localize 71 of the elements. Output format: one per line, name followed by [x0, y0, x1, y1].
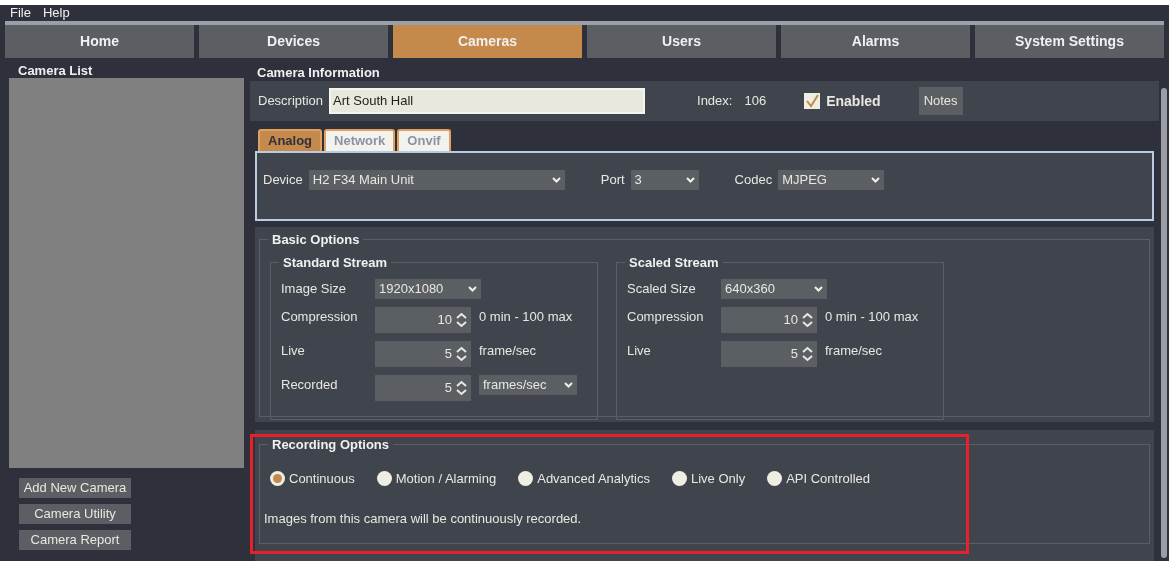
up-down-arrows-icon: [802, 346, 813, 362]
recording-description: Images from this camera will be continuously recorded.: [264, 509, 583, 528]
up-down-arrows-icon: [802, 312, 813, 328]
nav-tab[interactable]: Alarms: [781, 25, 970, 58]
nav-tab[interactable]: Users: [587, 25, 776, 58]
dropdown[interactable]: MJPEG: [778, 170, 885, 190]
sidebar-button[interactable]: Camera Report: [19, 530, 131, 550]
radio-button[interactable]: [671, 471, 687, 487]
field-label: Live: [627, 342, 652, 360]
chevron-down-icon: [551, 177, 561, 183]
radio-label: Advanced Analytics: [537, 470, 650, 488]
chevron-down-icon: [685, 177, 695, 183]
check-icon: [805, 94, 820, 108]
radio-label: Motion / Alarming: [395, 470, 497, 488]
sub-tab[interactable]: Onvif: [397, 129, 451, 151]
up-down-arrows-icon: [456, 346, 467, 362]
field-label: Scaled Size: [627, 280, 697, 298]
radio-label: Continuous: [289, 470, 355, 488]
index-value: 106: [744, 92, 767, 111]
number-spinner[interactable]: 10: [721, 307, 817, 333]
unit-label: 0 min - 100 max: [825, 308, 919, 326]
number-spinner[interactable]: 5: [721, 341, 817, 367]
number-spinner[interactable]: 5: [375, 341, 471, 367]
field-label: Recorded: [281, 376, 339, 394]
up-down-arrows-icon: [456, 380, 467, 396]
radio-button[interactable]: [767, 471, 783, 487]
chevron-down-icon: [871, 177, 881, 183]
unit-label: frame/sec: [479, 342, 537, 360]
radio-button[interactable]: [376, 471, 392, 487]
radio-label: Live Only: [690, 470, 746, 488]
sidebar-button[interactable]: Camera Utility: [19, 504, 131, 524]
menu-item[interactable]: File: [10, 3, 31, 23]
field-label: Description: [258, 92, 324, 111]
sidebar-button[interactable]: Add New Camera: [19, 478, 131, 498]
field-label: Codec: [734, 171, 773, 190]
notes-button[interactable]: Notes: [918, 87, 963, 115]
field-label: Device: [263, 171, 303, 190]
dropdown[interactable]: 640x360: [721, 279, 827, 299]
enabled-checkbox[interactable]: [804, 93, 821, 109]
checkbox-label: Enabled: [826, 91, 881, 111]
dropdown[interactable]: H2 F34 Main Unit: [308, 170, 565, 190]
radio-button[interactable]: [270, 471, 285, 487]
field-label: Compression: [627, 308, 705, 326]
field-label: Image Size: [281, 280, 348, 298]
chevron-down-icon: [814, 286, 823, 292]
unit-label: frame/sec: [825, 342, 883, 360]
number-spinner[interactable]: 5: [375, 375, 471, 401]
field-label: Port: [600, 171, 625, 190]
panel-title: Camera Information: [256, 64, 381, 81]
description-field[interactable]: Art South Hall: [329, 88, 646, 114]
nav-tab[interactable]: Home: [5, 25, 194, 58]
nav-tab[interactable]: Devices: [199, 25, 388, 58]
scrollbar[interactable]: [1161, 88, 1167, 558]
dropdown[interactable]: 3: [630, 170, 699, 190]
sub-tab[interactable]: Network: [324, 129, 396, 151]
nav-tab[interactable]: System Settings: [975, 25, 1164, 58]
dropdown[interactable]: 1920x1080: [375, 279, 481, 299]
chevron-down-icon: [468, 286, 477, 292]
panel-title: Camera List: [17, 63, 94, 75]
field-label: Live: [281, 342, 306, 360]
up-down-arrows-icon: [456, 312, 467, 328]
radio-label: API Controlled: [786, 470, 870, 488]
dropdown[interactable]: frames/sec: [479, 375, 577, 395]
sub-tab[interactable]: Analog: [258, 129, 323, 151]
chevron-down-icon: [564, 382, 573, 388]
field-label: Compression: [281, 308, 359, 326]
field-label: Index:: [697, 92, 733, 111]
number-spinner[interactable]: 10: [375, 307, 471, 333]
radio-button[interactable]: [518, 471, 534, 487]
menu-item[interactable]: Help: [42, 3, 70, 23]
unit-label: 0 min - 100 max: [479, 308, 573, 326]
